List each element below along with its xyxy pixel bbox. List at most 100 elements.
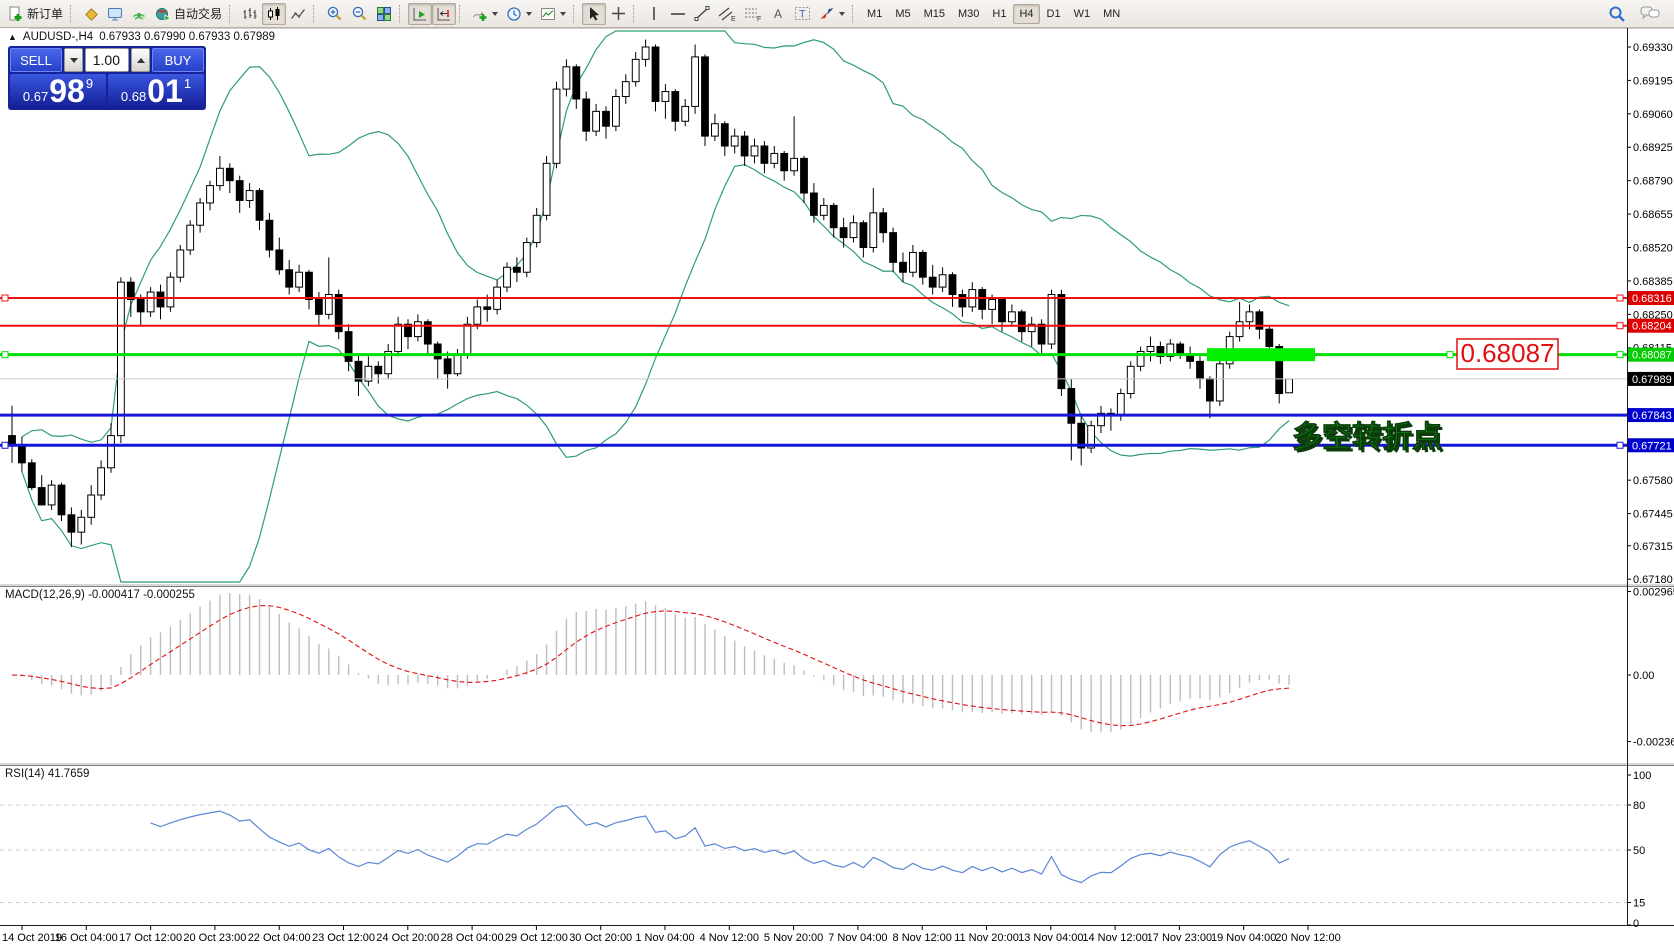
tile-windows-button[interactable] — [372, 3, 396, 25]
buy-button[interactable]: BUY — [152, 48, 204, 72]
annotation-text[interactable]: 多空转折点 — [1292, 421, 1442, 454]
buy-price-display[interactable]: 0.68 01 1 — [108, 74, 204, 108]
buy-price-prefix: 0.68 — [121, 90, 146, 103]
vertical-line-tool[interactable] — [642, 3, 666, 25]
svg-text:0.00: 0.00 — [1633, 670, 1654, 682]
svg-text:0.68520: 0.68520 — [1633, 242, 1673, 254]
svg-text:13 Nov 04:00: 13 Nov 04:00 — [1018, 932, 1083, 944]
line-handle[interactable] — [1617, 323, 1623, 329]
triangle-up-icon — [137, 58, 145, 63]
horizontal-line-tool[interactable] — [666, 3, 690, 25]
timeframe-h4[interactable]: H4 — [1013, 4, 1039, 24]
svg-text:50: 50 — [1633, 845, 1645, 857]
chart-shift-button[interactable] — [432, 3, 456, 25]
timeframe-m1[interactable]: M1 — [861, 4, 888, 24]
line-handle[interactable] — [1617, 352, 1623, 358]
svg-text:0: 0 — [1633, 918, 1639, 930]
text-label-icon: T — [794, 6, 811, 21]
volume-decrease-button[interactable] — [64, 48, 83, 72]
timeframe-w1[interactable]: W1 — [1068, 4, 1097, 24]
periods-button[interactable] — [502, 3, 536, 25]
symbol-triangle-icon: ▲ — [8, 32, 17, 42]
main-toolbar: 新订单 自动交易 — [0, 0, 1674, 28]
line-handle[interactable] — [1617, 442, 1623, 448]
equidistant-channel-tool[interactable]: E — [714, 3, 740, 25]
indicators-button[interactable] — [468, 3, 502, 25]
svg-text:1 Nov 04:00: 1 Nov 04:00 — [635, 932, 694, 944]
svg-text:A: A — [774, 7, 782, 21]
zoom-in-button[interactable] — [322, 3, 347, 25]
signals-button[interactable] — [127, 3, 151, 25]
sell-price-display[interactable]: 0.67 98 9 — [10, 74, 106, 108]
rsi-panel — [0, 805, 1627, 903]
svg-text:20 Nov 12:00: 20 Nov 12:00 — [1275, 932, 1340, 944]
arrows-caret-icon — [839, 12, 845, 16]
crosshair-tool-button[interactable] — [606, 3, 630, 25]
bollinger-lower-band — [22, 165, 1289, 582]
timeframe-m5[interactable]: M5 — [889, 4, 916, 24]
bars-chart-icon — [242, 6, 258, 22]
svg-text:29 Oct 12:00: 29 Oct 12:00 — [505, 932, 568, 944]
svg-text:0.69195: 0.69195 — [1633, 75, 1673, 87]
buy-price-pip: 1 — [184, 77, 191, 90]
cursor-tool-button[interactable] — [582, 3, 606, 25]
timeframe-mn[interactable]: MN — [1097, 4, 1126, 24]
autotrade-button[interactable]: 自动交易 — [151, 3, 226, 25]
candlesticks — [9, 40, 1293, 547]
macd-panel — [12, 593, 1289, 732]
line-handle[interactable] — [1447, 352, 1453, 358]
chat-button[interactable] — [1636, 3, 1664, 25]
chart-bars-button[interactable] — [238, 3, 262, 25]
svg-text:0.68385: 0.68385 — [1633, 276, 1673, 288]
fibonacci-icon: F — [744, 6, 762, 22]
search-button[interactable] — [1604, 3, 1630, 25]
volume-input[interactable] — [85, 48, 129, 72]
line-handle[interactable] — [2, 352, 8, 358]
text-tool[interactable]: A — [766, 3, 790, 25]
line-handle[interactable] — [2, 295, 8, 301]
svg-text:7 Nov 04:00: 7 Nov 04:00 — [828, 932, 887, 944]
trendline-tool[interactable] — [690, 3, 714, 25]
svg-text:100: 100 — [1633, 770, 1651, 782]
profile-button[interactable] — [79, 3, 103, 25]
svg-text:23 Oct 12:00: 23 Oct 12:00 — [312, 932, 375, 944]
channel-icon: E — [718, 6, 736, 22]
text-label-tool[interactable]: T — [790, 3, 815, 25]
zoom-out-button[interactable] — [347, 3, 372, 25]
monitor-icon — [107, 6, 123, 22]
fibonacci-tool[interactable]: F — [740, 3, 766, 25]
svg-text:80: 80 — [1633, 800, 1645, 812]
timeframe-d1[interactable]: D1 — [1041, 4, 1067, 24]
line-handle[interactable] — [1617, 295, 1623, 301]
chart-title-bar: ▲ AUDUSD-,H4 0.67933 0.67990 0.67933 0.6… — [8, 31, 275, 43]
timeframe-m15[interactable]: M15 — [918, 4, 951, 24]
svg-text:24 Oct 20:00: 24 Oct 20:00 — [376, 932, 439, 944]
hline-icon — [670, 6, 686, 21]
timeframe-h1[interactable]: H1 — [986, 4, 1012, 24]
cursor-icon — [587, 6, 602, 21]
svg-text:0.68790: 0.68790 — [1633, 176, 1673, 188]
auto-scroll-button[interactable] — [408, 3, 432, 25]
timeframe-m30[interactable]: M30 — [952, 4, 985, 24]
volume-increase-button[interactable] — [131, 48, 150, 72]
zoom-in-icon — [326, 5, 343, 22]
svg-text:0.68316: 0.68316 — [1632, 293, 1672, 305]
svg-text:14 Nov 12:00: 14 Nov 12:00 — [1082, 932, 1147, 944]
chart-line-button[interactable] — [286, 3, 310, 25]
svg-text:4 Nov 12:00: 4 Nov 12:00 — [700, 932, 759, 944]
templates-button[interactable] — [536, 3, 570, 25]
tile-windows-icon — [376, 6, 392, 22]
new-order-button[interactable]: 新订单 — [4, 3, 67, 25]
chart-candles-button[interactable] — [262, 3, 286, 25]
chart-canvas[interactable]: 0.693300.691950.690600.689250.687900.686… — [0, 0, 1674, 947]
svg-text:0.67580: 0.67580 — [1633, 475, 1673, 487]
arrows-tool[interactable] — [815, 3, 849, 25]
highlight-rectangle[interactable] — [1207, 348, 1315, 361]
sell-button[interactable]: SELL — [10, 48, 62, 72]
mt4-window: 0.693300.691950.690600.689250.687900.686… — [0, 0, 1674, 947]
svg-text:0.68925: 0.68925 — [1633, 142, 1673, 154]
new-order-label: 新订单 — [27, 5, 63, 22]
market-watch-button[interactable] — [103, 3, 127, 25]
one-click-trading-panel: SELL BUY 0.67 98 9 0.68 01 1 — [8, 46, 206, 110]
line-handle[interactable] — [2, 442, 8, 448]
